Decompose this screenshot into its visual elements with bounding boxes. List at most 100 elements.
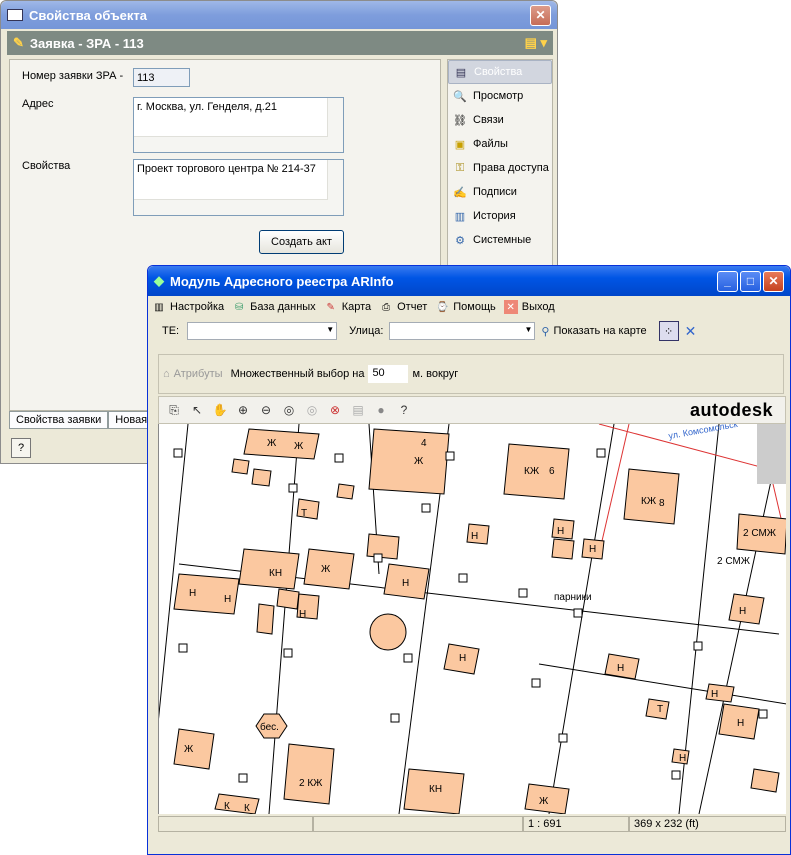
show-on-map-button[interactable]: Показать на карте: [553, 325, 646, 337]
svg-text:Н: Н: [557, 526, 564, 537]
svg-text:бес.: бес.: [260, 721, 279, 733]
window-title: Свойства объекта: [29, 7, 148, 23]
stop-icon[interactable]: ●: [372, 401, 390, 419]
menu-database[interactable]: ⛁ База данных: [232, 300, 316, 314]
zoom-next-icon[interactable]: ◎: [303, 401, 321, 419]
props-value: Проект торгового центра № 214-37: [137, 163, 316, 175]
link-icon: ⛓: [453, 114, 467, 127]
pointer-icon[interactable]: ↖: [188, 401, 206, 419]
svg-text:Н: Н: [189, 588, 196, 599]
svg-text:КЖ: КЖ: [641, 496, 657, 507]
buildings: [173, 428, 786, 814]
copy-icon[interactable]: ⎘: [165, 401, 183, 419]
selection-row: ⌂ Атрибуты Множественный выбор на 50 м. …: [158, 354, 784, 394]
svg-text:Т: Т: [301, 508, 307, 519]
status-cell: [313, 816, 523, 832]
svg-text:6: 6: [549, 466, 555, 477]
svg-text:8: 8: [659, 498, 665, 509]
close-button[interactable]: ✕: [763, 270, 784, 292]
multi-unit: м. вокруг: [412, 368, 459, 380]
zoom-in-icon[interactable]: ⊕: [234, 401, 252, 419]
zoom-out-icon[interactable]: ⊖: [257, 401, 275, 419]
svg-text:Н: Н: [459, 653, 466, 664]
side-item-system[interactable]: ⚙ Системные: [448, 228, 552, 252]
create-act-button[interactable]: Создать акт: [259, 230, 344, 254]
map-toolbar: ⎘ ↖ ✋ ⊕ ⊖ ◎ ◎ ⊗ ▤ ● ? autodesk: [158, 396, 786, 424]
multi-input[interactable]: 50: [368, 365, 409, 383]
te-label: ТЕ:: [162, 325, 180, 337]
map-icon: ✎: [326, 301, 335, 313]
svg-text:парники: парники: [554, 592, 592, 603]
magnifier-icon: 🔍: [453, 90, 467, 103]
props-field[interactable]: Проект торгового центра № 214-37: [133, 159, 344, 216]
pan-icon[interactable]: ✋: [211, 401, 229, 419]
side-item-signatures[interactable]: ✍ Подписи: [448, 180, 552, 204]
address-label: Адрес: [22, 98, 54, 110]
books-icon: ▥: [454, 210, 466, 223]
status-cell: [158, 816, 313, 832]
printer-icon: ⎙: [382, 301, 391, 313]
status-bar: 1 : 691 369 x 232 (ft): [158, 816, 786, 832]
street-combo[interactable]: ▼: [389, 322, 536, 340]
side-item-access[interactable]: ⚿ Права доступа: [448, 156, 552, 180]
svg-text:Н: Н: [739, 606, 746, 617]
title-bar[interactable]: Свойства объекта ✕: [1, 1, 557, 29]
status-scale: 1 : 691: [523, 816, 629, 832]
zoom-prev-icon[interactable]: ◎: [280, 401, 298, 419]
menu-report[interactable]: ⎙ Отчет: [379, 300, 427, 314]
svg-text:Н: Н: [711, 689, 718, 700]
menu-help[interactable]: ⌚ Помощь: [435, 300, 496, 314]
maximize-button[interactable]: □: [740, 270, 761, 292]
svg-text:Ж: Ж: [294, 441, 304, 452]
menu-icon[interactable]: ▤ ▾: [525, 35, 547, 51]
help-icon[interactable]: ?: [395, 401, 413, 419]
svg-text:Н: Н: [617, 663, 624, 674]
horizontal-scrollbar[interactable]: [134, 136, 328, 152]
side-item-view[interactable]: 🔍 Просмотр: [448, 84, 552, 108]
minimize-button[interactable]: _: [717, 270, 738, 292]
svg-text:Т: Т: [657, 704, 663, 715]
horizontal-scrollbar[interactable]: [134, 199, 328, 215]
te-combo[interactable]: ▼: [187, 322, 338, 340]
map-canvas[interactable]: ул. Комсомольск Ж Ж Ж 4 КЖ 6 КЖ 8 2 СМЖ …: [159, 424, 786, 814]
attributes-button[interactable]: Атрибуты: [174, 368, 223, 380]
number-field[interactable]: 113: [133, 68, 190, 87]
svg-text:Н: Н: [589, 544, 596, 555]
clear-icon[interactable]: ✕: [685, 323, 697, 340]
zoom-extent-icon[interactable]: ⊗: [326, 401, 344, 419]
close-button[interactable]: ✕: [530, 4, 551, 26]
side-item-properties[interactable]: ▤ Свойства: [448, 60, 552, 84]
svg-text:4: 4: [421, 438, 427, 449]
app-icon: ◆: [154, 273, 164, 288]
exit-icon: ✕: [503, 300, 518, 314]
help-icon: ⌚: [436, 301, 449, 313]
address-field[interactable]: г. Москва, ул. Генделя, д.21: [133, 97, 344, 153]
side-item-files[interactable]: ▣ Файлы: [448, 132, 552, 156]
object-header: ✎ Заявка - ЗРА - 113 ▤ ▾: [7, 31, 553, 55]
menu-exit[interactable]: ✕ Выход: [503, 300, 555, 314]
street-label: Улица:: [349, 325, 384, 337]
key-icon: ⚿: [455, 161, 465, 174]
select-points-icon[interactable]: ⁘: [658, 321, 679, 341]
title-bar[interactable]: ◆ Модуль Адресного реестра ARInfo _ □ ✕: [148, 266, 790, 296]
gray-area: [757, 424, 786, 484]
menu-settings[interactable]: ▥ Настройка: [152, 300, 224, 314]
vertical-scrollbar[interactable]: [327, 160, 343, 215]
round-building: [369, 613, 407, 651]
database-icon: ⛁: [234, 301, 244, 313]
side-panel: ▤ Свойства 🔍 Просмотр ⛓ Связи ▣ Файлы ⚿ Права…: [447, 59, 553, 269]
map-view[interactable]: ул. Комсомольск Ж Ж Ж 4 КЖ 6 КЖ 8 2 СМЖ …: [158, 424, 786, 814]
layers-icon[interactable]: ▤: [349, 401, 367, 419]
menu-map[interactable]: ✎ Карта: [324, 300, 371, 314]
svg-text:Ж: Ж: [414, 456, 424, 467]
side-item-links[interactable]: ⛓ Связи: [448, 108, 552, 132]
arinfo-window: ◆ Модуль Адресного реестра ARInfo _ □ ✕ …: [147, 265, 791, 855]
side-item-history[interactable]: ▥ История: [448, 204, 552, 228]
vertical-scrollbar[interactable]: [327, 98, 343, 152]
svg-text:К: К: [244, 803, 250, 814]
window-title: Модуль Адресного реестра ARInfo: [170, 273, 394, 289]
svg-text:Ж: Ж: [321, 564, 331, 575]
help-icon[interactable]: ?: [11, 438, 31, 458]
svg-text:КН: КН: [429, 784, 442, 795]
tab-request-props[interactable]: Свойства заявки: [9, 411, 109, 429]
